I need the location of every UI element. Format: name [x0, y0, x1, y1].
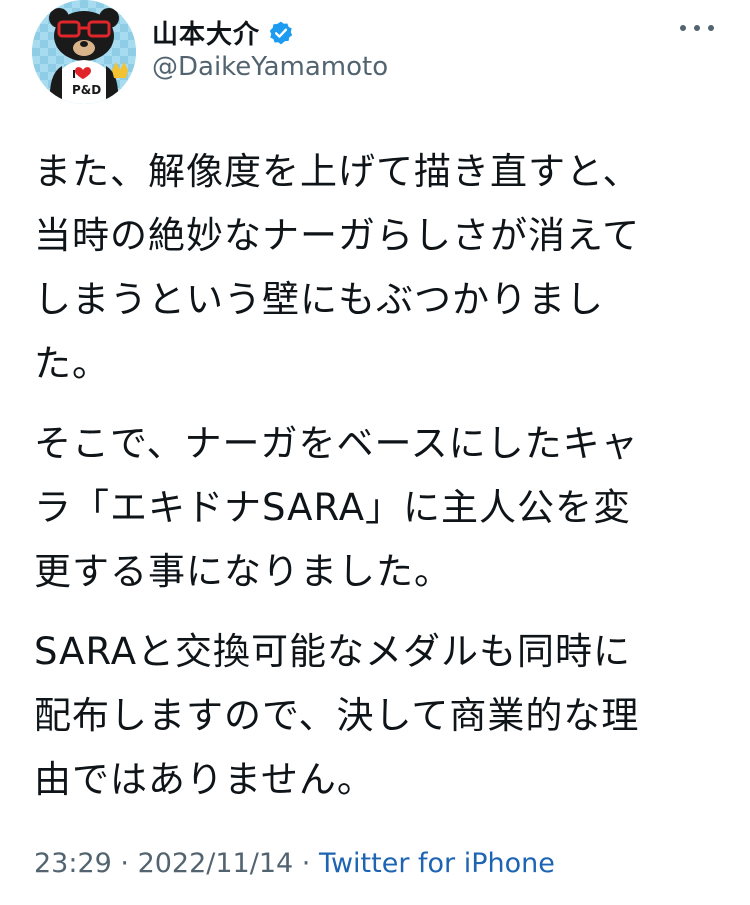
verified-badge-icon [268, 20, 294, 46]
text-line: SARAと交換可能なメダルも同時に [34, 630, 632, 673]
text-line: 当時の絶妙なナーガらしさが消えて [34, 214, 641, 257]
more-dot [680, 25, 686, 31]
text-line: そこで、ナーガをベースにしたキャ [34, 422, 639, 465]
tweet-date[interactable]: 2022/11/14 [138, 848, 294, 879]
tweet-time[interactable]: 23:29 [34, 848, 112, 879]
tweet-text: また、解像度を上げて描き直すと、 当時の絶妙なナーガらしさが消えて しまうという… [34, 140, 714, 828]
text-line: 配布しますので、決して商業的な理 [34, 694, 640, 737]
user-handle[interactable]: @DaikeYamamoto [152, 52, 388, 82]
text-line: しまうという壁にもぶつかりまし [34, 278, 604, 321]
text-line: 由ではありません。 [34, 758, 375, 801]
text-line: た。 [34, 342, 110, 385]
more-horizontal-icon[interactable] [680, 18, 714, 38]
tweet-source-link[interactable]: Twitter for iPhone [319, 848, 555, 879]
avatar[interactable]: I P&D [32, 0, 136, 104]
meta-separator: · [111, 848, 138, 879]
tweet-meta: 23:29 · 2022/11/14 · Twitter for iPhone [34, 848, 555, 879]
name-row: 山本大介 [152, 14, 294, 51]
text-line: また、解像度を上げて描き直すと、 [34, 150, 641, 193]
svg-text:P&D: P&D [72, 83, 101, 97]
more-dot [694, 25, 700, 31]
tweet-paragraph-1: また、解像度を上げて描き直すと、 当時の絶妙なナーガらしさが消えて しまうという… [34, 140, 714, 396]
display-name[interactable]: 山本大介 [152, 14, 260, 51]
tweet-header: I P&D 山本大介 @DaikeYamamoto [0, 0, 750, 110]
text-line: 更する事になりました。 [34, 550, 452, 593]
tweet-paragraph-3: SARAと交換可能なメダルも同時に 配布しますので、決して商業的な理 由ではあり… [34, 620, 714, 812]
text-line: ラ「エキドナSARA」に主人公を変 [34, 486, 632, 529]
meta-separator: · [293, 848, 319, 879]
more-dot [708, 25, 714, 31]
tweet-paragraph-2: そこで、ナーガをベースにしたキャ ラ「エキドナSARA」に主人公を変 更する事に… [34, 412, 714, 604]
